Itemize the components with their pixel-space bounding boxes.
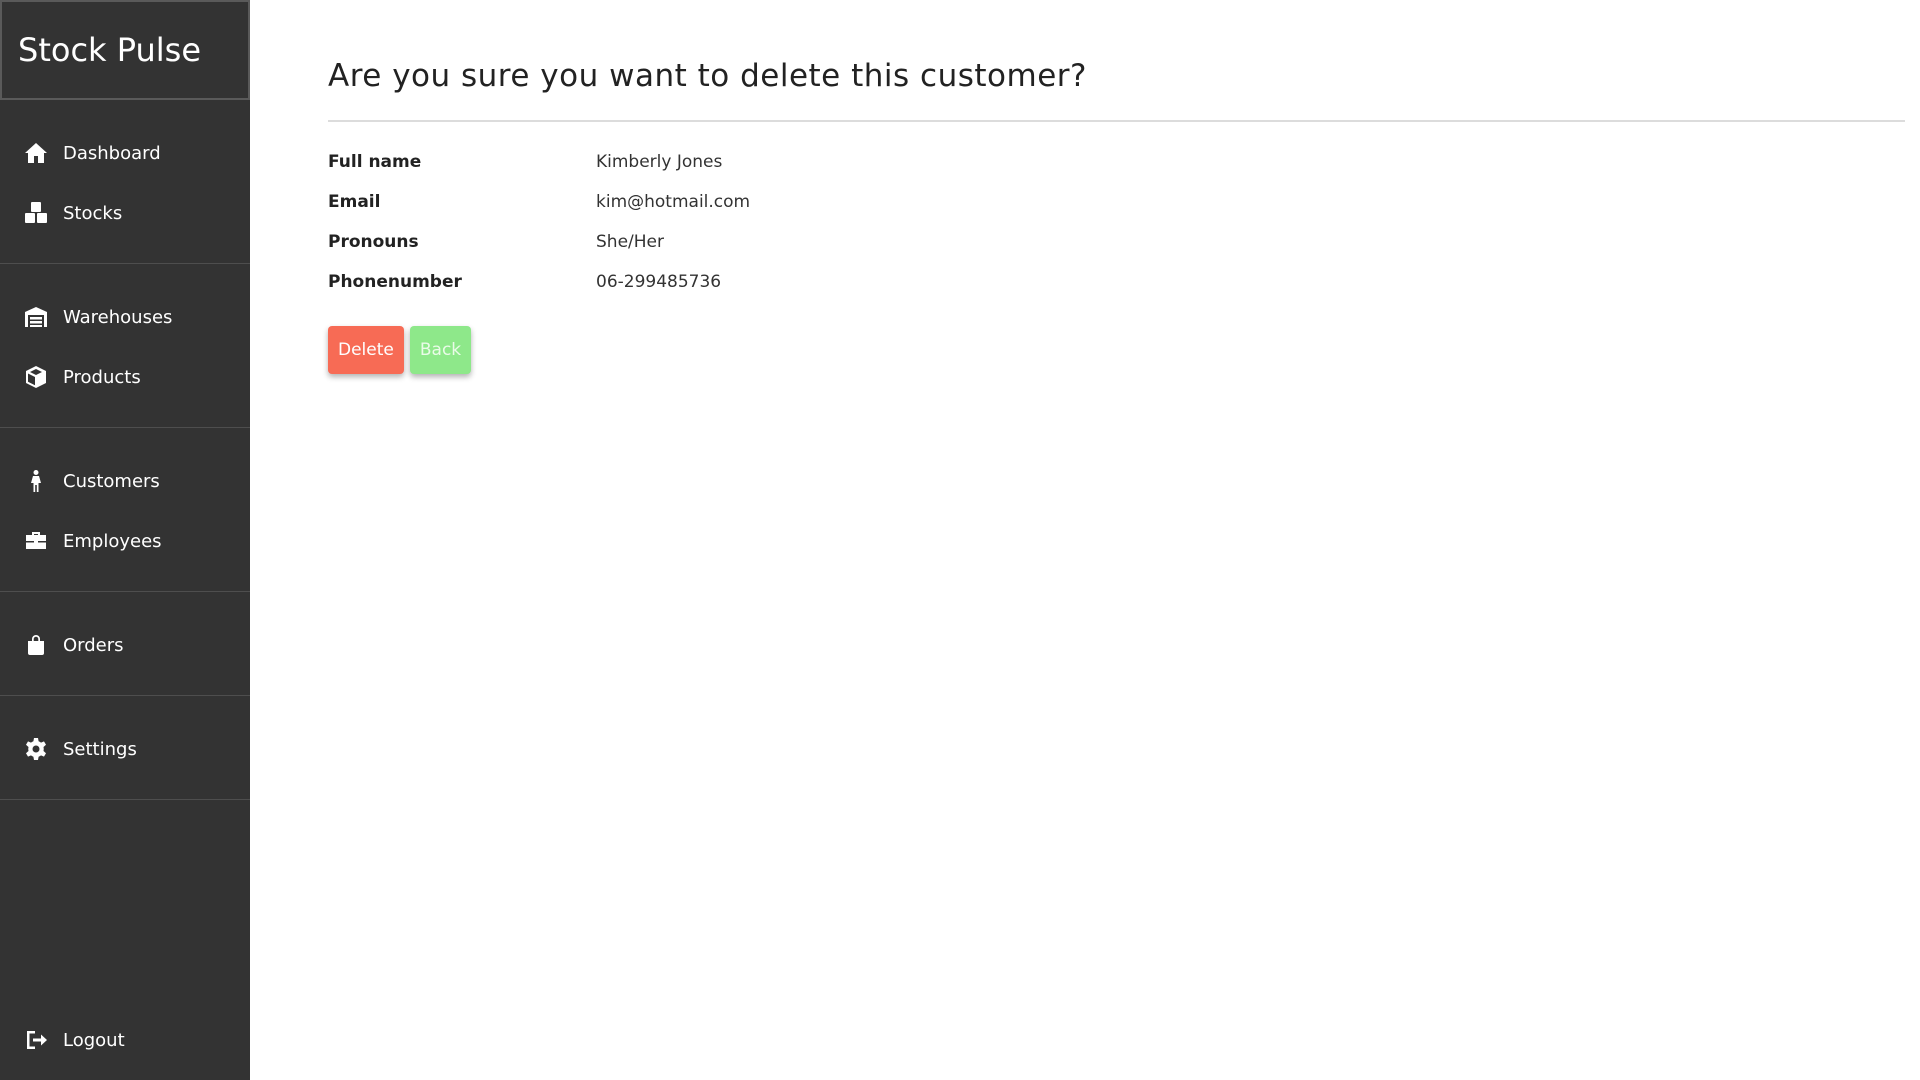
nav-group-orders: Orders	[0, 592, 250, 696]
gear-icon	[24, 737, 48, 761]
sidebar-item-stocks[interactable]: Stocks	[0, 183, 250, 243]
logout-section: Logout	[0, 1010, 250, 1070]
person-icon	[24, 469, 48, 493]
sidebar-item-dashboard[interactable]: Dashboard	[0, 123, 250, 183]
form-actions: Delete Back	[328, 326, 1905, 374]
sidebar-item-label: Customers	[63, 470, 160, 492]
back-button[interactable]: Back	[409, 326, 472, 374]
detail-row-pronouns: Pronouns She/Her	[328, 222, 1905, 262]
sidebar-item-label: Stocks	[63, 202, 123, 224]
sidebar-item-logout[interactable]: Logout	[0, 1010, 250, 1070]
sidebar-item-label: Logout	[63, 1029, 125, 1051]
detail-value: 06-299485736	[596, 272, 722, 292]
sidebar-item-label: Warehouses	[63, 306, 173, 328]
detail-value: kim@hotmail.com	[596, 192, 751, 212]
delete-button[interactable]: Delete	[328, 326, 404, 374]
sidebar-item-label: Employees	[63, 530, 162, 552]
title-divider	[328, 120, 1905, 122]
nav-group-inventory: Warehouses Products	[0, 264, 250, 428]
box-icon	[24, 365, 48, 389]
sidebar-item-warehouses[interactable]: Warehouses	[0, 287, 250, 347]
detail-label: Pronouns	[328, 232, 419, 252]
detail-row-email: Email kim@hotmail.com	[328, 182, 1905, 222]
sidebar-item-orders[interactable]: Orders	[0, 615, 250, 675]
sidebar-item-label: Products	[63, 366, 141, 388]
sidebar-item-products[interactable]: Products	[0, 347, 250, 407]
shopping-bag-icon	[24, 633, 48, 657]
sidebar: Stock Pulse Dashboard Stocks Warehouses	[0, 0, 250, 1080]
detail-row-phonenumber: Phonenumber 06-299485736	[328, 262, 1905, 302]
detail-label: Full name	[328, 152, 422, 172]
app-title[interactable]: Stock Pulse	[0, 0, 250, 100]
home-icon	[24, 141, 48, 165]
main-content: Are you sure you want to delete this cus…	[328, 0, 1905, 374]
detail-value: She/Her	[596, 232, 664, 252]
boxes-icon	[24, 201, 48, 225]
page-title: Are you sure you want to delete this cus…	[328, 58, 1087, 94]
sidebar-item-customers[interactable]: Customers	[0, 451, 250, 511]
detail-label: Phonenumber	[328, 272, 462, 292]
warehouse-icon	[24, 305, 48, 329]
nav-group-settings: Settings	[0, 696, 250, 800]
sidebar-item-employees[interactable]: Employees	[0, 511, 250, 571]
customer-details: Full name Kimberly Jones Email kim@hotma…	[328, 142, 1905, 302]
logout-icon	[24, 1028, 48, 1052]
sidebar-item-label: Settings	[63, 738, 137, 760]
detail-row-full-name: Full name Kimberly Jones	[328, 142, 1905, 182]
briefcase-icon	[24, 529, 48, 553]
detail-value: Kimberly Jones	[596, 152, 723, 172]
sidebar-item-label: Orders	[63, 634, 124, 656]
detail-label: Email	[328, 192, 381, 212]
nav-group-people: Customers Employees	[0, 428, 250, 592]
nav-group-overview: Dashboard Stocks	[0, 100, 250, 264]
sidebar-item-settings[interactable]: Settings	[0, 719, 250, 779]
sidebar-item-label: Dashboard	[63, 142, 161, 164]
